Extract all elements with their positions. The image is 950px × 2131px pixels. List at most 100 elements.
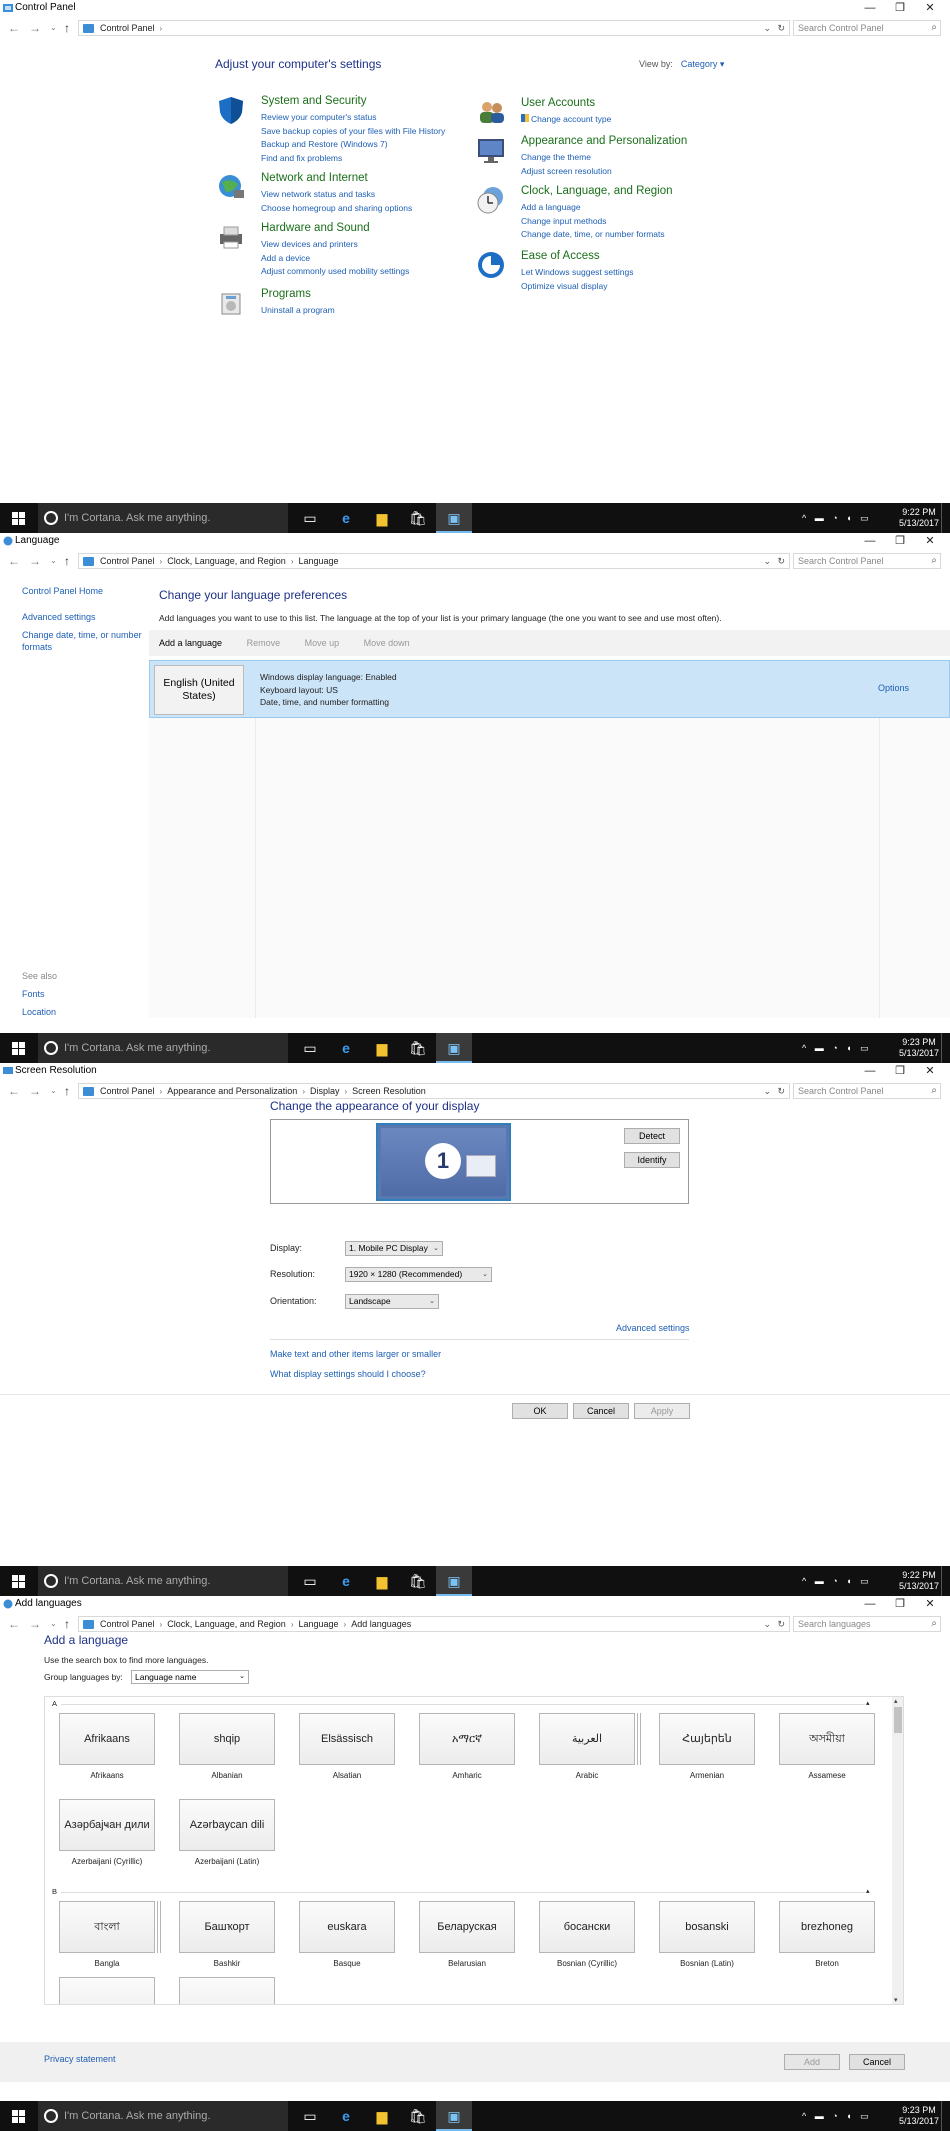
close-button[interactable]: ✕ bbox=[915, 1596, 945, 1612]
sidebar-advanced-settings[interactable]: Advanced settings bbox=[22, 611, 96, 623]
language-tile[interactable]: brezhoneg Breton bbox=[779, 1901, 875, 1968]
breadcrumb-separator-icon[interactable]: › bbox=[291, 557, 294, 566]
store-icon[interactable]: 🛍 bbox=[400, 503, 436, 533]
group-by-select[interactable]: Language name ⌄ bbox=[131, 1670, 249, 1684]
breadcrumb-separator-icon[interactable]: › bbox=[291, 1620, 294, 1629]
language-tile[interactable]: Afrikaans Afrikaans bbox=[59, 1713, 155, 1780]
maximize-button[interactable]: ❐ bbox=[885, 1596, 915, 1612]
control-panel-taskbar-icon[interactable]: ▣ bbox=[436, 503, 472, 533]
system-tray[interactable]: ^ ▬ ◔ ◖ ▭ bbox=[802, 1033, 902, 1063]
search-icon[interactable]: ⌕ bbox=[931, 554, 937, 568]
clock[interactable]: 9:22 PM 5/13/2017 bbox=[897, 507, 941, 529]
clock[interactable]: 9:23 PM 5/13/2017 bbox=[897, 2105, 941, 2127]
search-input[interactable]: Search Control Panel ⌕ bbox=[793, 1083, 941, 1099]
file-explorer-icon[interactable]: ▆ bbox=[364, 503, 400, 533]
system-tray[interactable]: ^ ▬ ◔ ◖ ▭ bbox=[802, 503, 902, 533]
control-panel-taskbar-icon[interactable]: ▣ bbox=[436, 1033, 472, 1063]
category-link[interactable]: Adjust commonly used mobility settings bbox=[261, 265, 409, 279]
address-dropdown-icon[interactable]: ⌄ bbox=[763, 1086, 771, 1097]
start-button[interactable] bbox=[0, 1566, 38, 1596]
recent-locations-chevron-icon[interactable]: ⌄ bbox=[50, 1084, 57, 1098]
system-tray[interactable]: ^ ▬ ◔ ◖ ▭ bbox=[802, 1566, 902, 1596]
breadcrumb-item[interactable]: Screen Resolution bbox=[352, 1086, 426, 1096]
cortana-search[interactable]: I'm Cortana. Ask me anything. bbox=[38, 503, 288, 533]
recent-locations-chevron-icon[interactable]: ⌄ bbox=[50, 1617, 57, 1631]
scroll-up-icon[interactable]: ▴ bbox=[894, 1697, 898, 1705]
category-title[interactable]: Programs bbox=[261, 288, 311, 300]
language-tile[interactable]: босански Bosnian (Cyrillic) bbox=[539, 1901, 635, 1968]
language-tile[interactable]: অসমীয়া Assamese bbox=[779, 1713, 875, 1780]
close-button[interactable]: ✕ bbox=[915, 0, 945, 16]
move-up-button[interactable]: Move up bbox=[305, 638, 340, 648]
edge-icon[interactable]: e bbox=[328, 1566, 364, 1596]
forward-arrow-icon[interactable]: → bbox=[29, 1084, 41, 1098]
category-link[interactable]: View devices and printers bbox=[261, 238, 409, 252]
privacy-statement-link[interactable]: Privacy statement bbox=[44, 2054, 116, 2064]
maximize-button[interactable]: ❐ bbox=[885, 1063, 915, 1079]
breadcrumb-item[interactable]: Control Panel bbox=[100, 1086, 155, 1096]
breadcrumb-separator-icon[interactable]: › bbox=[302, 1087, 305, 1096]
refresh-icon[interactable]: ↻ bbox=[777, 556, 785, 567]
advanced-settings-link[interactable]: Advanced settings bbox=[616, 1323, 690, 1333]
category-link[interactable]: Change date, time, or number formats bbox=[521, 228, 665, 242]
options-link[interactable]: Options bbox=[878, 683, 909, 693]
start-button[interactable] bbox=[0, 2101, 38, 2131]
breadcrumb-item[interactable]: Clock, Language, and Region bbox=[167, 1619, 286, 1629]
language-tile[interactable]: Азәрбајҹан дили Azerbaijani (Cyrillic) bbox=[59, 1799, 155, 1866]
breadcrumb[interactable]: Control Panel › Clock, Language, and Regi… bbox=[78, 553, 790, 569]
task-view-icon[interactable]: ▭ bbox=[292, 1566, 328, 1596]
up-arrow-icon[interactable]: ↑ bbox=[64, 1617, 70, 1631]
collapse-section-icon[interactable]: ▴ bbox=[866, 1699, 870, 1707]
start-button[interactable] bbox=[0, 503, 38, 533]
category-link[interactable]: Adjust screen resolution bbox=[521, 165, 612, 179]
minimize-button[interactable]: — bbox=[855, 1063, 885, 1079]
minimize-button[interactable]: — bbox=[855, 533, 885, 549]
category-link[interactable]: Choose homegroup and sharing options bbox=[261, 202, 412, 216]
forward-arrow-icon[interactable]: → bbox=[29, 554, 41, 568]
view-by-dropdown[interactable]: Category ▾ bbox=[681, 59, 725, 69]
maximize-button[interactable]: ❐ bbox=[885, 533, 915, 549]
language-tile[interactable]: Башҡорт Bashkir bbox=[179, 1901, 275, 1968]
language-tile[interactable]: አማርኛ Amharic bbox=[419, 1713, 515, 1780]
category-link[interactable]: Uninstall a program bbox=[261, 304, 335, 318]
task-view-icon[interactable]: ▭ bbox=[292, 2101, 328, 2131]
refresh-icon[interactable]: ↻ bbox=[777, 23, 785, 34]
category-title[interactable]: Appearance and Personalization bbox=[521, 135, 687, 147]
cortana-search[interactable]: I'm Cortana. Ask me anything. bbox=[38, 1033, 288, 1063]
search-icon[interactable]: ⌕ bbox=[931, 21, 937, 35]
remove-button[interactable]: Remove bbox=[247, 638, 281, 648]
breadcrumb-separator-icon[interactable]: › bbox=[160, 1620, 163, 1629]
cortana-search[interactable]: I'm Cortana. Ask me anything. bbox=[38, 1566, 288, 1596]
back-arrow-icon[interactable]: ← bbox=[8, 1617, 20, 1631]
language-tile[interactable]: bosanski Bosnian (Latin) bbox=[659, 1901, 755, 1968]
category-title[interactable]: Ease of Access bbox=[521, 250, 600, 262]
store-icon[interactable]: 🛍 bbox=[400, 2101, 436, 2131]
show-desktop-button[interactable] bbox=[941, 503, 950, 533]
recent-locations-chevron-icon[interactable]: ⌄ bbox=[50, 21, 57, 35]
up-arrow-icon[interactable]: ↑ bbox=[64, 1084, 70, 1098]
address-dropdown-icon[interactable]: ⌄ bbox=[763, 23, 771, 34]
scroll-down-icon[interactable]: ▾ bbox=[894, 1996, 898, 2004]
breadcrumb[interactable]: Control Panel › Clock, Language, and Regi… bbox=[78, 1616, 790, 1632]
file-explorer-icon[interactable]: ▆ bbox=[364, 1033, 400, 1063]
see-also-location[interactable]: Location bbox=[22, 1006, 56, 1018]
category-link[interactable]: Change input methods bbox=[521, 215, 665, 229]
show-desktop-button[interactable] bbox=[941, 1566, 950, 1596]
system-tray[interactable]: ^ ▬ ◔ ◖ ▭ bbox=[802, 2101, 902, 2131]
up-arrow-icon[interactable]: ↑ bbox=[64, 554, 70, 568]
language-tile[interactable] bbox=[179, 1977, 275, 2004]
store-icon[interactable]: 🛍 bbox=[400, 1033, 436, 1063]
breadcrumb[interactable]: Control Panel › ⌄ ↻ bbox=[78, 20, 790, 36]
orientation-select[interactable]: Landscape ⌄ bbox=[345, 1294, 439, 1309]
breadcrumb-item[interactable]: Control Panel bbox=[100, 23, 155, 33]
collapse-section-icon[interactable]: ▴ bbox=[866, 1887, 870, 1895]
breadcrumb-item[interactable]: Appearance and Personalization bbox=[167, 1086, 297, 1096]
search-input[interactable]: Search Control Panel ⌕ bbox=[793, 20, 941, 36]
category-link[interactable]: Review your computer's status bbox=[261, 111, 445, 125]
show-desktop-button[interactable] bbox=[941, 2101, 950, 2131]
category-link[interactable]: Let Windows suggest settings bbox=[521, 266, 633, 280]
breadcrumb-separator-icon[interactable]: › bbox=[160, 557, 163, 566]
edge-icon[interactable]: e bbox=[328, 1033, 364, 1063]
recent-locations-chevron-icon[interactable]: ⌄ bbox=[50, 554, 57, 568]
refresh-icon[interactable]: ↻ bbox=[777, 1619, 785, 1630]
